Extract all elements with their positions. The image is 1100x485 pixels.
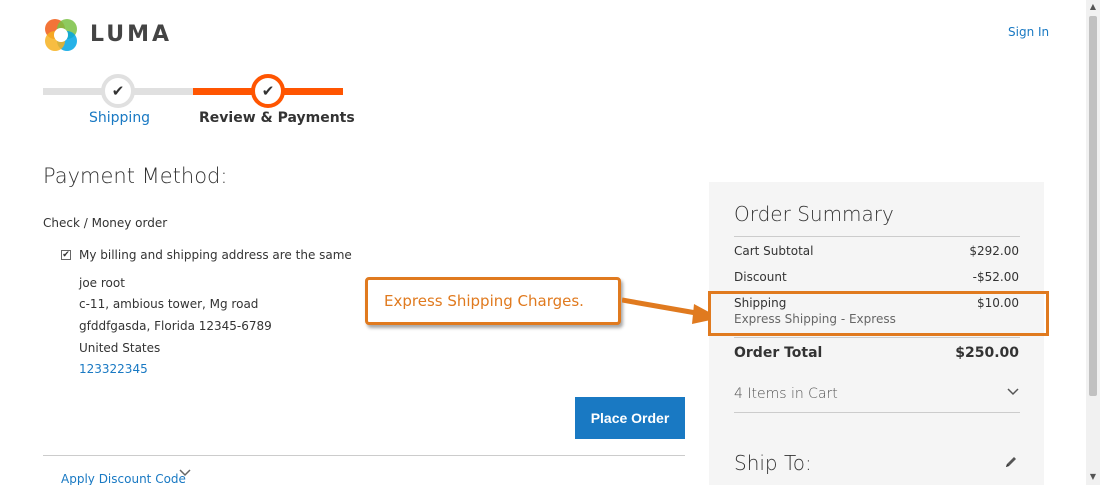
discount-value: -$52.00 (972, 270, 1019, 284)
discount-label: Discount (734, 270, 787, 284)
address-phone-link[interactable]: 123322345 (79, 362, 148, 376)
order-total-value: $250.00 (955, 345, 1019, 361)
subtotal-label: Cart Subtotal (734, 244, 814, 258)
address-name: joe root (79, 276, 125, 290)
subtotal-value: $292.00 (969, 244, 1019, 258)
chevron-down-icon[interactable] (1006, 385, 1020, 397)
place-order-button[interactable]: Place Order (575, 397, 685, 439)
scroll-up-icon[interactable]: ▲ (1086, 0, 1100, 14)
pencil-icon[interactable] (1004, 455, 1018, 469)
divider (734, 236, 1020, 237)
step-shipping-check-icon: ✔ (101, 74, 135, 108)
callout-arrow-icon (622, 297, 720, 324)
scroll-down-icon[interactable]: ▼ (1086, 470, 1100, 484)
step-shipping-link[interactable]: Shipping (89, 110, 150, 126)
divider (734, 337, 1020, 338)
same-address-checkbox[interactable]: ✔ (61, 250, 71, 260)
payment-method-title: Payment Method: (43, 164, 228, 188)
sign-in-link[interactable]: Sign In (1008, 25, 1049, 39)
step-review-check-icon: ✔ (251, 74, 285, 108)
payment-method-option[interactable]: Check / Money order (43, 216, 167, 230)
divider (43, 455, 685, 456)
divider (734, 412, 1020, 413)
shipping-highlight-box (708, 291, 1049, 336)
scrollbar-thumb[interactable] (1089, 16, 1097, 396)
order-summary-title: Order Summary (734, 202, 894, 226)
chevron-down-icon[interactable] (178, 467, 192, 477)
address-street: c-11, ambious tower, Mg road (79, 297, 259, 311)
address-city: gfddfgasda, Florida 12345-6789 (79, 319, 272, 333)
ship-to-title: Ship To: (734, 451, 812, 475)
luma-logo-icon[interactable] (43, 17, 79, 53)
address-country: United States (79, 341, 161, 355)
logo-text[interactable]: LUMA (90, 22, 172, 47)
same-address-label[interactable]: My billing and shipping address are the … (79, 248, 352, 262)
callout-annotation: Express Shipping Charges. (365, 277, 621, 325)
items-in-cart-toggle[interactable]: 4 Items in Cart (734, 386, 838, 402)
order-total-label: Order Total (734, 345, 823, 361)
apply-discount-link[interactable]: Apply Discount Code (61, 472, 186, 485)
step-review-label: Review & Payments (199, 110, 355, 126)
